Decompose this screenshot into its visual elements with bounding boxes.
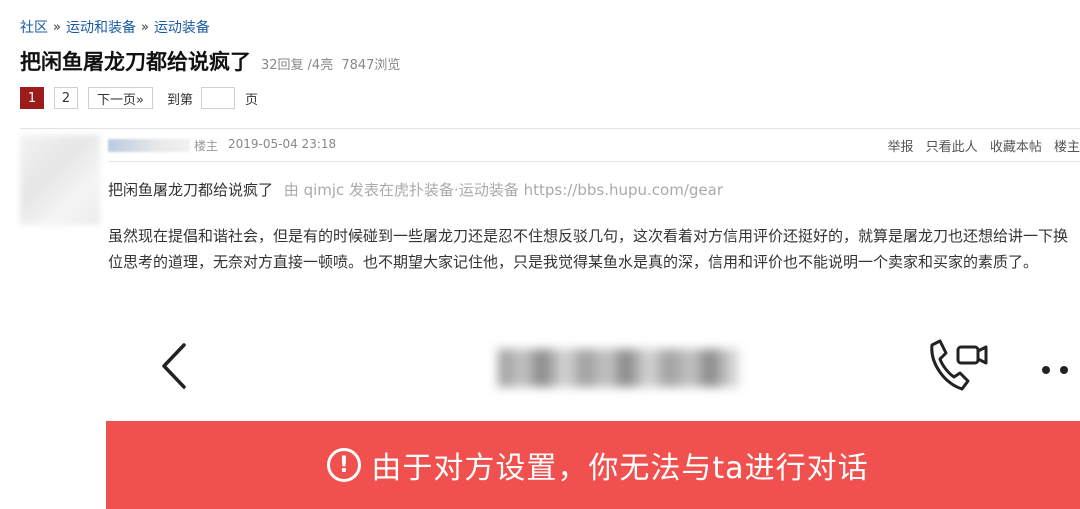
video-call-icon	[930, 339, 988, 391]
warning-icon: !	[327, 448, 362, 482]
only-this-user-link[interactable]: 只看此人	[926, 140, 978, 155]
quote-meta: 由 qimjc 发表在虎扑装备·运动装备 https://bbs.hupu.co…	[283, 181, 723, 199]
post-time: 2019-05-04 23:18	[228, 137, 337, 151]
post: 楼主 2019-05-04 23:18 举报 只看此人 收藏本帖 楼主 把闲鱼屠…	[20, 128, 1080, 509]
goto-page-input[interactable]	[200, 87, 235, 109]
post-header: 楼主 2019-05-04 23:18 举报 只看此人 收藏本帖 楼主	[108, 129, 1080, 162]
op-badge: 楼主	[194, 139, 219, 153]
goto-suffix: 页	[244, 92, 258, 108]
next-page-button[interactable]: 下一页»	[88, 87, 153, 109]
page-title: 把闲鱼屠龙刀都给说疯了	[20, 50, 251, 74]
breadcrumb-community[interactable]: 社区	[20, 17, 48, 37]
thread-stats: 32回复/4亮 7847浏览	[261, 54, 404, 73]
chat-screenshot-image: ! 由于对方设置，你无法与ta进行对话	[106, 311, 1080, 509]
breadcrumb-separator: »	[140, 19, 149, 35]
report-link[interactable]: 举报	[888, 140, 914, 155]
more-dots-icon	[1042, 359, 1078, 378]
reply-count: 32回复	[261, 58, 304, 73]
thread-title-row: 把闲鱼屠龙刀都给说疯了 32回复/4亮 7847浏览	[20, 46, 404, 76]
floor-label: 楼主	[1053, 140, 1080, 155]
avatar[interactable]	[20, 135, 100, 225]
post-body: 虽然现在提倡和谐社会，但是有的时候碰到一些屠龙刀还是忍不住想反驳几句，这次看着对…	[108, 227, 1069, 271]
back-chevron-icon	[162, 343, 186, 389]
light-count: /4亮	[307, 58, 334, 73]
username-blurred[interactable]	[108, 139, 190, 152]
contact-name-blurred	[498, 349, 738, 387]
quote-title: 把闲鱼屠龙刀都给说疯了	[108, 181, 274, 199]
favorite-thread-link[interactable]: 收藏本帖	[990, 140, 1042, 155]
page-1-button[interactable]: 1	[20, 87, 44, 109]
breadcrumb: 社区 » 运动和装备 » 运动装备	[20, 16, 210, 38]
quote-line: 把闲鱼屠龙刀都给说疯了 由 qimjc 发表在虎扑装备·运动装备 https:/…	[108, 179, 723, 200]
post-actions: 举报 只看此人 收藏本帖 楼主	[880, 136, 1080, 155]
page-2-button[interactable]: 2	[54, 87, 78, 109]
breadcrumb-separator: »	[53, 19, 61, 35]
view-count: 7847浏览	[341, 58, 401, 73]
goto-label: 到第	[166, 92, 193, 108]
pagination: 1 2 下一页» 到第 页	[20, 86, 258, 110]
breadcrumb-sports-gear[interactable]: 运动和装备	[66, 17, 136, 37]
blocked-banner-text: 由于对方设置，你无法与ta进行对话	[371, 451, 869, 486]
breadcrumb-sports-equipment[interactable]: 运动装备	[154, 17, 210, 37]
blocked-banner: ! 由于对方设置，你无法与ta进行对话	[106, 421, 1080, 509]
